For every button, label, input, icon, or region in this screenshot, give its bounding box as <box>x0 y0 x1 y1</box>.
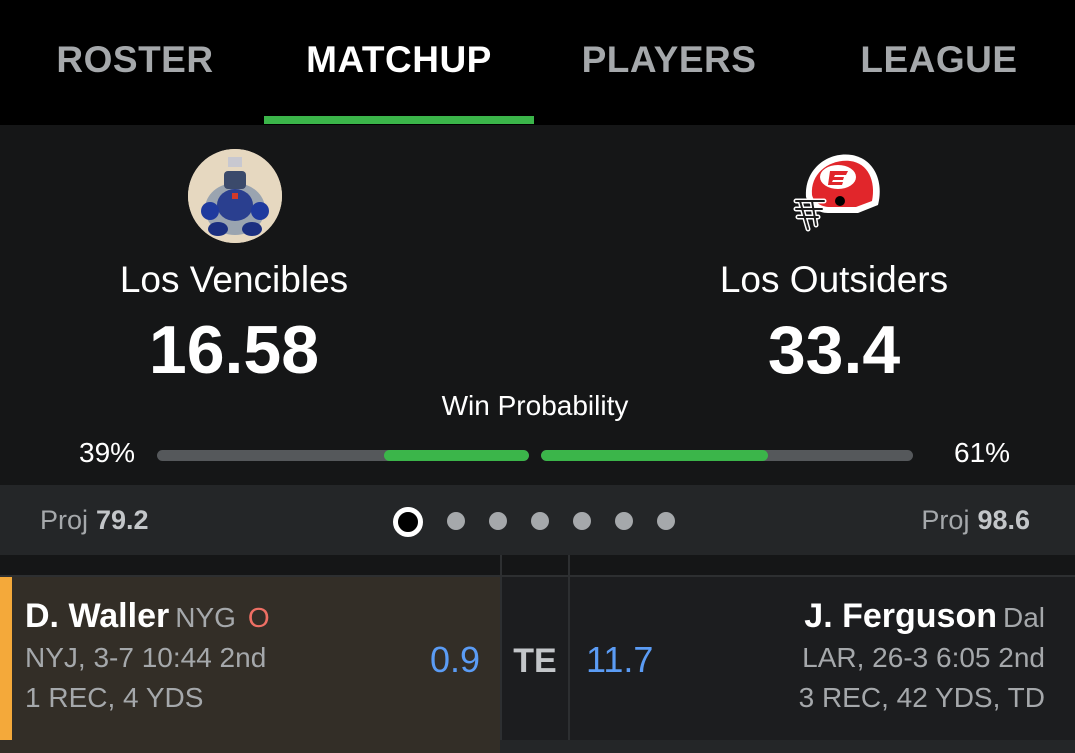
home-player-cell[interactable]: D. Waller NYG O NYJ, 3-7 10:44 2nd 1 REC, … <box>0 577 500 740</box>
away-team-score: 33.4 <box>767 312 901 388</box>
espn-helmet-logo[interactable] <box>788 147 884 243</box>
home-win-bar <box>157 450 529 461</box>
away-player-stats: 3 REC, 42 YDS, TD <box>798 682 1045 713</box>
home-proj-label: Proj <box>40 505 89 535</box>
home-player-name[interactable]: D. Waller <box>25 597 169 635</box>
page-dot[interactable] <box>393 507 423 537</box>
robot-figure-avatar[interactable] <box>188 149 282 243</box>
away-proj-value: 98.6 <box>977 505 1030 535</box>
home-proj-value: 79.2 <box>96 505 149 535</box>
away-win-bar <box>541 450 913 461</box>
away-player-points: 11.7 <box>586 639 654 680</box>
page-dot[interactable] <box>657 512 675 530</box>
away-win-bar-fill <box>541 450 768 461</box>
page-dot[interactable] <box>489 512 507 530</box>
matchup-header: Los Vencibles Los Outsiders 16.58 33.4 W… <box>0 125 1075 485</box>
position-cell: TE <box>500 577 570 740</box>
away-team-name[interactable]: Los Outsiders <box>634 259 1034 301</box>
tab-players[interactable]: PLAYERS <box>534 0 804 125</box>
win-probability-label: Win Probability <box>441 390 629 421</box>
away-player-info: J. Ferguson Dal LAR, 26-3 6:05 2nd 3 REC,… <box>799 597 1045 714</box>
page-dot[interactable] <box>447 512 465 530</box>
home-player-stats: 1 REC, 4 YDS <box>25 682 204 713</box>
home-projection: Proj 79.2 <box>40 505 149 536</box>
away-projection: Proj 98.6 <box>921 505 1030 536</box>
page-dot[interactable] <box>531 512 549 530</box>
away-player-name[interactable]: J. Ferguson <box>804 597 997 635</box>
away-player-game-info: LAR, 26-3 6:05 2nd <box>802 642 1045 673</box>
home-win-percent: 39% <box>79 437 136 468</box>
away-win-percent: 61% <box>954 437 1011 468</box>
home-player-team: NYG <box>175 602 236 633</box>
tab-matchup[interactable]: MATCHUP <box>264 0 534 125</box>
player-injury-status: O <box>247 602 270 633</box>
away-proj-label: Proj <box>921 505 970 535</box>
active-tab-indicator <box>264 116 534 124</box>
tab-league[interactable]: LEAGUE <box>804 0 1074 125</box>
page-dot[interactable] <box>573 512 591 530</box>
away-player-team: Dal <box>1002 602 1045 633</box>
player-matchup-row[interactable]: D. Waller NYG O NYJ, 3-7 10:44 2nd 1 REC, … <box>0 575 1075 740</box>
home-win-bar-fill <box>383 450 529 461</box>
home-player-info: D. Waller NYG O NYJ, 3-7 10:44 2nd 1 REC, … <box>25 597 270 714</box>
home-team-score: 16.58 <box>148 312 320 388</box>
player-status-accent <box>0 577 12 740</box>
next-row-strip-left <box>0 740 500 753</box>
home-player-game-info: NYJ, 3-7 10:44 2nd <box>25 642 267 673</box>
tab-roster[interactable]: ROSTER <box>0 0 270 125</box>
home-player-points: 0.9 <box>429 639 480 680</box>
home-team-name[interactable]: Los Vencibles <box>34 259 434 301</box>
position-label: TE <box>513 642 557 680</box>
row-separator <box>0 555 1075 575</box>
page-dot[interactable] <box>615 512 633 530</box>
column-divider <box>500 555 502 575</box>
away-player-cell[interactable]: 11.7 J. Ferguson Dal LAR, 26-3 6:05 2nd 3… <box>570 577 1075 740</box>
tab-bar: ROSTER MATCHUP PLAYERS LEAGUE <box>0 0 1075 125</box>
projection-row: Proj 79.2 Proj 98.6 <box>0 485 1075 555</box>
column-divider <box>568 555 570 575</box>
